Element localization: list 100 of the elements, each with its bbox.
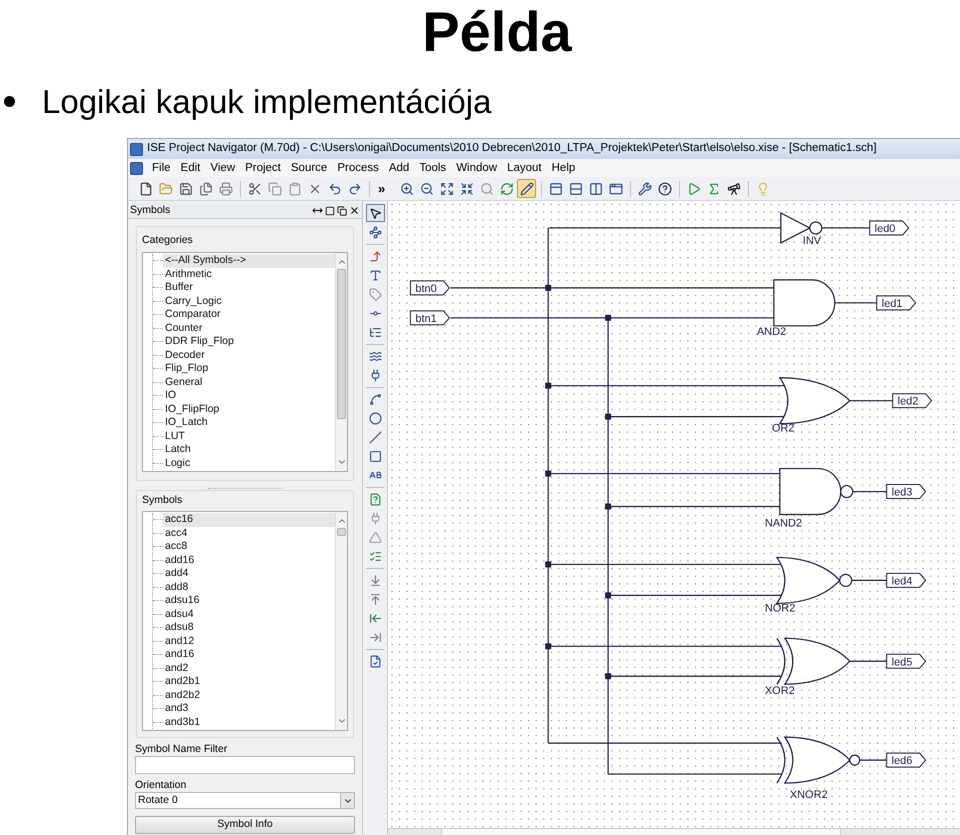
list-item[interactable]: Counter [163,322,335,335]
list-item[interactable]: adsu4 [163,608,335,621]
list-item[interactable]: adsu16 [163,594,335,608]
scroll-thumb[interactable] [337,269,346,419]
list-item[interactable]: Logic [163,456,335,470]
input-port: btn1 [410,310,450,326]
rows-icon [568,182,583,196]
list-item[interactable]: adsu8 [163,621,335,634]
list-item[interactable]: Decoder [163,348,335,362]
list-item[interactable]: acc8 [163,540,335,554]
wire [860,760,887,761]
zoom-out-icon [420,182,434,196]
arrows-icon[interactable] [312,205,323,216]
output-port: led0 [869,220,910,236]
scrollbar[interactable] [335,253,347,471]
undo-icon [328,182,342,196]
list-item[interactable]: Arithmetic [163,268,335,281]
panel-title: Symbols [130,202,172,218]
push-down-icon [368,574,382,586]
and-gate [773,279,836,326]
files-icon [198,182,212,196]
list-item[interactable]: add4 [163,567,335,580]
orientation-select[interactable]: Rotate 0 [135,792,355,809]
list-item[interactable]: and3b1 [163,716,335,729]
help-icon [658,182,672,196]
triangle-icon [368,530,382,544]
list-item[interactable]: acc4 [163,526,335,540]
bullet-icon [4,96,15,106]
gate-label: INV [802,234,822,247]
filter-field[interactable] [135,756,355,774]
scrollbar[interactable] [335,512,347,730]
list-item[interactable]: IO_FlipFlop [163,402,335,416]
gate-label: XNOR2 [790,789,828,802]
list-item[interactable]: and2b1 [163,675,335,688]
list-item[interactable]: Comparator [163,308,335,322]
bullet-text: Logikai kapuk implementációja [42,84,492,118]
symbol-info-button[interactable]: Symbol Info [135,816,355,834]
menu-item[interactable]: Layout [502,159,547,177]
plug-icon [368,368,382,382]
copy-icon [268,182,282,196]
folder-icon [158,182,172,196]
list-item[interactable]: add16 [163,554,335,567]
horizontal-scrollbar[interactable] [388,828,960,835]
list-item[interactable]: and3 [163,702,335,716]
toolbar-button[interactable] [517,179,536,198]
menu-item[interactable]: View [205,159,240,177]
search-icon [480,182,494,196]
scroll-thumb[interactable] [337,528,346,536]
menu-item[interactable]: Window [451,159,502,177]
menu-item[interactable]: Source [286,159,332,177]
maximize-icon[interactable] [325,206,335,216]
list-item[interactable]: DDR Flip_Flop [163,335,335,348]
save-icon [178,182,192,196]
list-item[interactable]: acc16 [163,513,335,526]
arrow-right-icon [368,630,382,644]
gate-label: NOR2 [764,602,796,614]
palette-button[interactable] [366,204,384,222]
input-port: btn0 [410,280,450,296]
pencil-icon [520,182,534,196]
list-item[interactable]: IO_Latch [163,416,335,430]
arrow-left-icon [368,612,382,624]
menu-item[interactable]: Edit [176,159,206,177]
waypoints-icon [368,226,382,238]
output-port: led5 [886,654,926,669]
close-icon[interactable] [349,205,360,216]
wrench-icon [638,182,652,196]
list-item[interactable]: Carry_Logic [163,294,335,308]
list-item[interactable]: Buffer [163,281,335,294]
pointer-icon [368,206,382,220]
play-icon [686,182,701,196]
wire [852,580,887,581]
menu-item[interactable]: Process [332,159,384,177]
list-item[interactable]: <--All Symbols--> [163,254,335,268]
menu-item[interactable]: Add [384,159,414,177]
list-item[interactable]: IO [163,389,335,402]
line-icon [368,430,382,444]
list-item[interactable]: add8 [163,580,335,594]
list-item[interactable]: General [163,376,335,389]
list-item[interactable]: and2 [163,662,335,675]
menu-item[interactable]: Project [240,159,286,177]
rectangle-icon [368,450,382,462]
new-file-icon [138,182,152,196]
gate-label: XOR2 [764,685,795,698]
app-icon [130,142,143,156]
slide-title: Példa [422,4,572,60]
restore-icon[interactable] [337,206,347,216]
gate-label: OR2 [772,422,794,435]
menu-item[interactable]: Tools [414,159,452,177]
menu-item[interactable]: Help [546,159,580,177]
list-item[interactable]: Latch [163,443,335,456]
list-item[interactable]: Flip_Flop [163,362,335,376]
toolbar-overflow[interactable]: » [374,178,390,198]
list-item[interactable]: and2b2 [163,688,335,702]
expand-icon [440,182,454,196]
list-item[interactable]: and12 [163,634,335,648]
wire [822,227,870,229]
list-item[interactable]: LUT [163,430,335,443]
output-port: led4 [886,572,926,588]
menu-item[interactable]: File [147,159,176,177]
list-item[interactable]: and16 [163,648,335,662]
